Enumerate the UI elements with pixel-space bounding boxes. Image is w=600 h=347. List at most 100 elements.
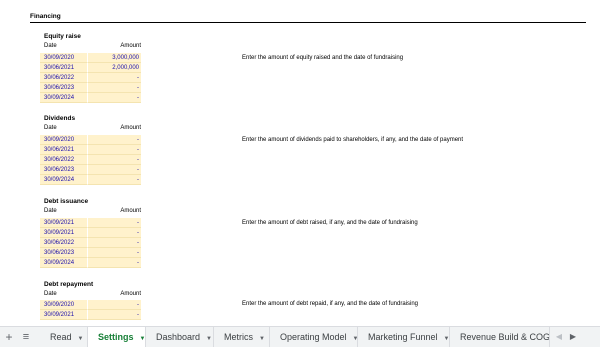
instruction-note: Enter the amount of debt repaid, if any,… — [242, 301, 419, 307]
tab-revenue-build-cogs[interactable]: Revenue Build & COGS — [450, 327, 550, 347]
date-cell[interactable]: 30/06/2023 — [40, 165, 88, 175]
date-cell[interactable]: 30/09/2020 — [40, 135, 88, 145]
table-row: 30/06/2022 - — [40, 155, 141, 165]
amount-cell[interactable]: 3,000,000 — [88, 53, 141, 63]
amount-cell[interactable]: - — [88, 238, 141, 248]
amount-cell[interactable]: - — [88, 310, 141, 320]
debt-issuance-block: Debt issuance Date Amount 30/09/2021 - 3… — [40, 198, 560, 273]
date-cell[interactable]: 30/09/2020 — [40, 53, 88, 63]
date-cell[interactable]: 30/06/2021 — [40, 145, 88, 155]
tab-label: Metrics — [224, 332, 253, 342]
column-headers: Date Amount — [40, 43, 141, 52]
block-title: Debt issuance — [44, 198, 89, 205]
column-headers: Date Amount — [40, 291, 141, 300]
table-row: 30/06/2023 - — [40, 83, 141, 93]
sheet-tab-bar: + ≡ Read ▼ Settings ▼ Dashboard ▼ Metrics ▼ … — [0, 326, 600, 347]
block-title: Equity raise — [44, 33, 81, 40]
instruction-note: Enter the amount of equity raised and th… — [242, 55, 404, 61]
amount-cell[interactable]: - — [88, 165, 141, 175]
dropdown-arrow-icon[interactable]: ▼ — [206, 336, 212, 342]
table-row: 30/06/2021 - — [40, 145, 141, 155]
tab-dashboard[interactable]: Dashboard ▼ — [146, 327, 214, 347]
tab-metrics[interactable]: Metrics ▼ — [214, 327, 270, 347]
date-cell[interactable]: 30/09/2020 — [40, 300, 88, 310]
amount-cell[interactable]: - — [88, 258, 141, 268]
date-cell[interactable]: 30/09/2024 — [40, 258, 88, 268]
dividends-block: Dividends Date Amount 30/09/2020 - 30/06… — [40, 115, 560, 190]
table-row: 30/09/2021 - — [40, 310, 141, 320]
dropdown-arrow-icon[interactable]: ▼ — [140, 336, 145, 342]
add-sheet-icon[interactable]: + — [0, 327, 18, 347]
block-title: Debt repayment — [44, 281, 94, 288]
spreadsheet-grid[interactable]: Financing Equity raise Date Amount 30/09… — [0, 0, 600, 326]
date-cell[interactable]: 30/06/2022 — [40, 238, 88, 248]
table-row: 30/06/2023 - — [40, 165, 141, 175]
dropdown-arrow-icon[interactable]: ▼ — [78, 336, 84, 342]
date-cell[interactable]: 30/06/2022 — [40, 155, 88, 165]
section-title: Financing — [30, 13, 586, 23]
tab-operating-model[interactable]: Operating Model ▼ — [270, 327, 358, 347]
tab-marketing-funnel[interactable]: Marketing Funnel ▼ — [358, 327, 450, 347]
amount-cell[interactable]: - — [88, 300, 141, 310]
date-header: Date — [44, 43, 57, 49]
date-cell[interactable]: 30/09/2021 — [40, 218, 88, 228]
table-row: 30/06/2022 - — [40, 238, 141, 248]
amount-cell[interactable]: - — [88, 175, 141, 185]
table-row: 30/06/2023 - — [40, 248, 141, 258]
tab-label: Read — [50, 332, 72, 342]
instruction-note: Enter the amount of dividends paid to sh… — [242, 137, 464, 143]
table-row: 30/09/2021 - — [40, 228, 141, 238]
amount-cell[interactable]: - — [88, 145, 141, 155]
tab-label: Marketing Funnel — [368, 332, 438, 342]
amount-header: Amount — [120, 208, 141, 214]
amount-cell[interactable]: - — [88, 93, 141, 103]
table-row: 30/09/2020 3,000,000 — [40, 53, 141, 63]
column-headers: Date Amount — [40, 125, 141, 134]
table-row: 30/09/2020 - — [40, 300, 141, 310]
amount-header: Amount — [120, 125, 141, 131]
column-headers: Date Amount — [40, 208, 141, 217]
equity-raise-block: Equity raise Date Amount 30/09/2020 3,00… — [40, 33, 560, 108]
table-row: 30/09/2024 - — [40, 258, 141, 268]
dropdown-arrow-icon[interactable]: ▼ — [444, 336, 449, 342]
tab-read[interactable]: Read ▼ — [40, 327, 88, 347]
date-header: Date — [44, 291, 57, 297]
table-row: 30/06/2022 - — [40, 73, 141, 83]
amount-header: Amount — [120, 43, 141, 49]
tab-label: Dashboard — [156, 332, 201, 342]
table-row: 30/09/2024 - — [40, 93, 141, 103]
amount-cell[interactable]: 2,000,000 — [88, 63, 141, 73]
debt-repayment-block: Debt repayment Date Amount 30/09/2020 - … — [40, 281, 560, 326]
scroll-tabs-left-icon[interactable]: ◀ — [552, 327, 566, 347]
date-header: Date — [44, 208, 57, 214]
date-cell[interactable]: 30/06/2023 — [40, 248, 88, 258]
date-cell[interactable]: 30/09/2021 — [40, 228, 88, 238]
date-header: Date — [44, 125, 57, 131]
amount-header: Amount — [120, 291, 141, 297]
amount-cell[interactable]: - — [88, 155, 141, 165]
dropdown-arrow-icon[interactable]: ▼ — [259, 336, 265, 342]
date-cell[interactable]: 30/06/2021 — [40, 63, 88, 73]
amount-cell[interactable]: - — [88, 218, 141, 228]
block-title: Dividends — [44, 115, 76, 122]
table-row: 30/06/2021 2,000,000 — [40, 63, 141, 73]
table-row: 30/09/2020 - — [40, 135, 141, 145]
amount-cell[interactable]: - — [88, 228, 141, 238]
date-cell[interactable]: 30/09/2024 — [40, 93, 88, 103]
table-row: 30/09/2024 - — [40, 175, 141, 185]
tab-settings[interactable]: Settings ▼ — [88, 327, 146, 347]
scroll-tabs-right-icon[interactable]: ▶ — [566, 327, 580, 347]
date-cell[interactable]: 30/09/2024 — [40, 175, 88, 185]
amount-cell[interactable]: - — [88, 73, 141, 83]
tab-label: Settings — [98, 332, 134, 342]
date-cell[interactable]: 30/06/2022 — [40, 73, 88, 83]
amount-cell[interactable]: - — [88, 248, 141, 258]
date-cell[interactable]: 30/09/2021 — [40, 310, 88, 320]
date-cell[interactable]: 30/06/2023 — [40, 83, 88, 93]
tab-label: Operating Model — [280, 332, 347, 342]
amount-cell[interactable]: - — [88, 135, 141, 145]
amount-cell[interactable]: - — [88, 83, 141, 93]
table-row: 30/09/2021 - — [40, 218, 141, 228]
all-sheets-menu-icon[interactable]: ≡ — [18, 327, 34, 347]
tab-label: Revenue Build & COGS — [460, 332, 550, 342]
